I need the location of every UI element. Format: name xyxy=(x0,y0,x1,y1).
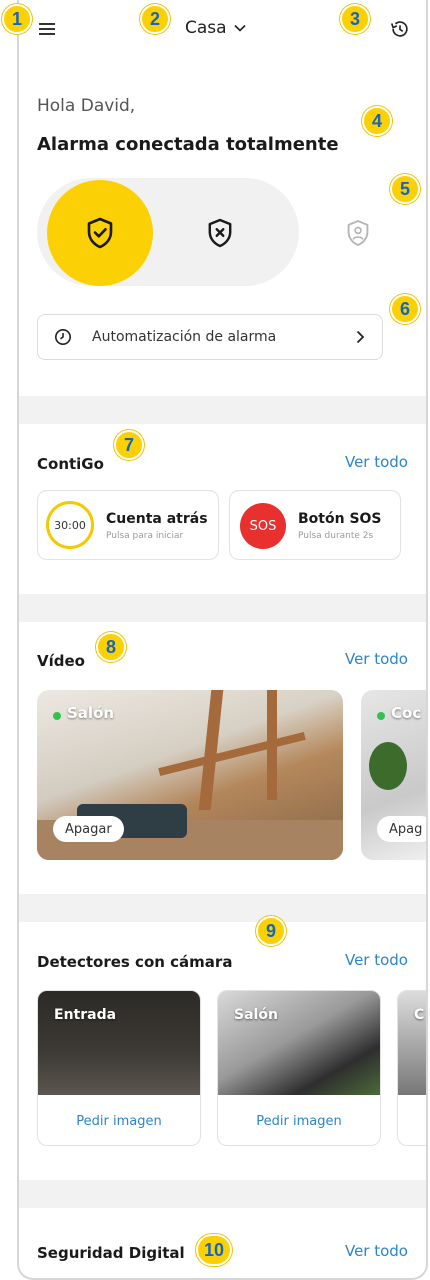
sos-title: Botón SOS xyxy=(298,511,382,527)
shield-person-icon xyxy=(347,220,369,246)
disarm-button[interactable] xyxy=(187,200,253,266)
section-divider xyxy=(19,1180,426,1208)
contigo-title: ContiGo xyxy=(37,455,104,473)
annotation-badge: 3 xyxy=(340,4,370,34)
detector-card-entrada[interactable]: Entrada Pedir imagen xyxy=(37,990,201,1146)
section-divider xyxy=(19,396,426,424)
annotation-badge: 2 xyxy=(140,4,170,34)
camera-card-cocina[interactable]: Coc Apag xyxy=(361,690,426,860)
digital-security-see-all-link[interactable]: Ver todo xyxy=(345,1242,408,1260)
room-image-detail xyxy=(158,731,306,777)
annotation-badge: 8 xyxy=(96,632,126,662)
annotation-badge: 6 xyxy=(390,294,420,324)
history-icon[interactable] xyxy=(389,18,411,40)
alarm-automation-row[interactable]: Automatización de alarma xyxy=(37,314,383,360)
room-image-plant xyxy=(369,742,407,790)
countdown-card[interactable]: 30:00 Cuenta atrás Pulsa para iniciar xyxy=(37,490,219,560)
camera-label: Salón xyxy=(67,704,115,722)
annotation-badge: 1 xyxy=(2,4,32,34)
annotation-badge: 9 xyxy=(256,916,286,946)
greeting-text: Hola David, xyxy=(37,96,136,116)
location-selector[interactable]: Casa xyxy=(185,18,247,38)
detector-label: C xyxy=(414,1007,425,1023)
shield-x-icon xyxy=(208,218,232,248)
countdown-title: Cuenta atrás xyxy=(106,511,208,527)
room-image-detail xyxy=(198,690,224,810)
section-divider xyxy=(19,594,426,622)
countdown-subtitle: Pulsa para iniciar xyxy=(106,531,184,541)
automation-label: Automatización de alarma xyxy=(92,329,277,345)
alarm-status-title: Alarma conectada totalmente xyxy=(37,134,339,155)
live-indicator xyxy=(377,712,385,720)
detectors-title: Detectores con cámara xyxy=(37,953,233,971)
sos-icon: SOS xyxy=(240,503,286,549)
request-image-button[interactable] xyxy=(398,1095,426,1145)
detector-label: Salón xyxy=(234,1007,278,1023)
app-screen: Casa Hola David, Alarma conectada totalm… xyxy=(17,0,428,1280)
arm-partial-button[interactable] xyxy=(325,200,391,266)
annotation-badge: 5 xyxy=(390,174,420,204)
digital-security-title: Seguridad Digital xyxy=(37,1244,185,1262)
section-divider xyxy=(19,894,426,922)
annotation-badge: 7 xyxy=(114,430,144,460)
clock-icon xyxy=(55,329,71,345)
shield-check-icon xyxy=(87,217,113,249)
countdown-timer-ring: 30:00 xyxy=(46,501,94,549)
annotation-badge: 4 xyxy=(362,106,392,136)
request-image-button[interactable]: Pedir imagen xyxy=(218,1095,380,1145)
video-title: Vídeo xyxy=(37,652,85,670)
camera-card-salon[interactable]: Salón Apagar xyxy=(37,690,343,860)
detector-card-third[interactable]: C xyxy=(397,990,426,1146)
detectors-see-all-link[interactable]: Ver todo xyxy=(345,951,408,969)
annotation-badge: 10 xyxy=(196,1234,232,1266)
location-label: Casa xyxy=(185,18,227,38)
contigo-see-all-link[interactable]: Ver todo xyxy=(345,453,408,471)
camera-label: Coc xyxy=(391,704,422,722)
camera-off-button[interactable]: Apag xyxy=(377,816,426,842)
chevron-right-icon xyxy=(356,330,365,344)
live-indicator xyxy=(53,712,61,720)
arm-total-button[interactable] xyxy=(47,180,153,286)
sos-subtitle: Pulsa durante 2s xyxy=(298,531,374,541)
detector-label: Entrada xyxy=(54,1007,117,1023)
video-see-all-link[interactable]: Ver todo xyxy=(345,650,408,668)
request-image-button[interactable]: Pedir imagen xyxy=(38,1095,200,1145)
camera-off-button[interactable]: Apagar xyxy=(53,816,124,842)
hamburger-menu-icon[interactable] xyxy=(39,20,61,38)
sos-card[interactable]: SOS Botón SOS Pulsa durante 2s xyxy=(229,490,401,560)
chevron-down-icon xyxy=(233,24,246,32)
detector-card-salon[interactable]: Salón Pedir imagen xyxy=(217,990,381,1146)
